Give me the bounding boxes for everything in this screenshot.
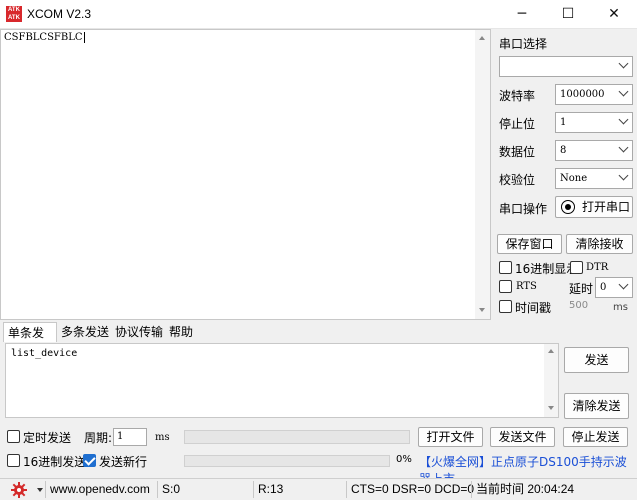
menu-dropdown-icon[interactable] bbox=[37, 488, 43, 492]
maximize-button[interactable]: ☐ bbox=[545, 0, 591, 29]
delay-label: 延时 bbox=[569, 282, 594, 296]
received-count: R:13 bbox=[258, 482, 284, 496]
port-select[interactable] bbox=[499, 56, 633, 77]
port-op-label: 串口操作 bbox=[499, 202, 548, 216]
chevron-down-icon bbox=[618, 279, 629, 290]
newline-label: 发送新行 bbox=[99, 455, 148, 469]
scroll-down-icon[interactable] bbox=[548, 406, 554, 410]
rts-checkbox[interactable] bbox=[499, 280, 512, 293]
timestamp-unit: ms bbox=[613, 302, 628, 313]
minimize-button[interactable]: ─ bbox=[499, 0, 545, 29]
baud-label: 波特率 bbox=[499, 89, 536, 103]
sent-count: S:0 bbox=[162, 482, 181, 496]
baud-select[interactable]: 1000000 bbox=[555, 84, 633, 105]
dtr-checkbox[interactable] bbox=[570, 261, 583, 274]
port-state-icon bbox=[561, 200, 575, 214]
tab-protocol[interactable]: 协议传输 bbox=[111, 322, 167, 342]
website-link[interactable]: www.openedv.com bbox=[50, 479, 150, 500]
chevron-down-icon bbox=[618, 114, 629, 125]
newline-checkbox[interactable] bbox=[83, 454, 96, 467]
timestamp-checkbox[interactable] bbox=[499, 300, 512, 313]
hex-display-label: 16进制显示 bbox=[515, 262, 579, 276]
timestamp-value: 500 bbox=[569, 300, 589, 311]
timestamp-label: 时间戳 bbox=[515, 301, 552, 315]
port-label: 串口选择 bbox=[499, 37, 548, 51]
chevron-down-icon bbox=[618, 142, 629, 153]
chevron-down-icon bbox=[618, 58, 629, 69]
send-button[interactable]: 发送 bbox=[564, 347, 629, 373]
control-lines-status: CTS=0 DSR=0 DCD=0 bbox=[351, 482, 475, 496]
chevron-down-icon bbox=[618, 86, 629, 97]
stop-send-button[interactable]: 停止发送 bbox=[563, 427, 628, 447]
open-file-button[interactable]: 打开文件 bbox=[418, 427, 483, 447]
timed-send-label: 定时发送 bbox=[23, 431, 72, 445]
receive-scrollbar[interactable] bbox=[475, 30, 490, 319]
tab-help[interactable]: 帮助 bbox=[165, 322, 197, 342]
save-window-button[interactable]: 保存窗口 bbox=[497, 234, 562, 254]
parity-label: 校验位 bbox=[499, 173, 536, 187]
send-textarea[interactable]: list_device bbox=[5, 343, 559, 418]
scroll-down-icon[interactable] bbox=[479, 308, 485, 312]
data-bits-label: 数据位 bbox=[499, 145, 536, 159]
period-input[interactable]: 1 bbox=[113, 428, 147, 446]
hex-send-label: 16进制发送 bbox=[23, 455, 87, 469]
delay-select[interactable]: 0 bbox=[595, 277, 633, 298]
open-port-button[interactable]: 打开串口 bbox=[555, 196, 633, 218]
period-unit: ms bbox=[155, 432, 170, 443]
current-time: 当前时间 20:04:24 bbox=[476, 482, 575, 496]
tab-multi-send[interactable]: 多条发送 bbox=[57, 322, 113, 342]
stop-bits-select[interactable]: 1 bbox=[555, 112, 633, 133]
parity-select[interactable]: None bbox=[555, 168, 633, 189]
clear-send-button[interactable]: 清除发送 bbox=[564, 393, 629, 419]
close-button[interactable]: ✕ bbox=[591, 0, 637, 29]
send-scrollbar[interactable] bbox=[544, 344, 558, 417]
app-logo-icon: ATK ATK bbox=[6, 6, 22, 22]
clear-receive-button[interactable]: 清除接收 bbox=[566, 234, 633, 254]
send-text: list_device bbox=[11, 348, 78, 359]
file-path-box bbox=[184, 430, 410, 444]
title-bar: ATK ATK XCOM V2.3 ─ ☐ ✕ bbox=[0, 0, 637, 29]
status-bar: www.openedv.com S:0 R:13 CTS=0 DSR=0 DCD… bbox=[0, 478, 637, 500]
rts-label: RTS bbox=[516, 281, 537, 292]
gear-icon[interactable] bbox=[11, 482, 27, 498]
timed-send-checkbox[interactable] bbox=[7, 430, 20, 443]
scroll-up-icon[interactable] bbox=[548, 349, 554, 353]
tab-single-send[interactable]: 单条发送 bbox=[3, 322, 57, 360]
text-caret bbox=[83, 32, 85, 43]
scroll-up-icon[interactable] bbox=[479, 36, 485, 40]
window-title: XCOM V2.3 bbox=[27, 7, 92, 21]
send-progress-bar bbox=[184, 455, 390, 467]
hex-send-checkbox[interactable] bbox=[7, 454, 20, 467]
chevron-down-icon bbox=[618, 170, 629, 181]
hex-display-checkbox[interactable] bbox=[499, 261, 512, 274]
period-label: 周期: bbox=[84, 431, 113, 445]
dtr-label: DTR bbox=[586, 262, 609, 273]
send-file-button[interactable]: 发送文件 bbox=[490, 427, 555, 447]
send-progress-text: 0% bbox=[396, 454, 412, 465]
stop-bits-label: 停止位 bbox=[499, 117, 536, 131]
data-bits-select[interactable]: 8 bbox=[555, 140, 633, 161]
receive-text: CSFBLCSFBLC bbox=[4, 32, 85, 43]
receive-textarea[interactable]: CSFBLCSFBLC bbox=[0, 29, 491, 320]
